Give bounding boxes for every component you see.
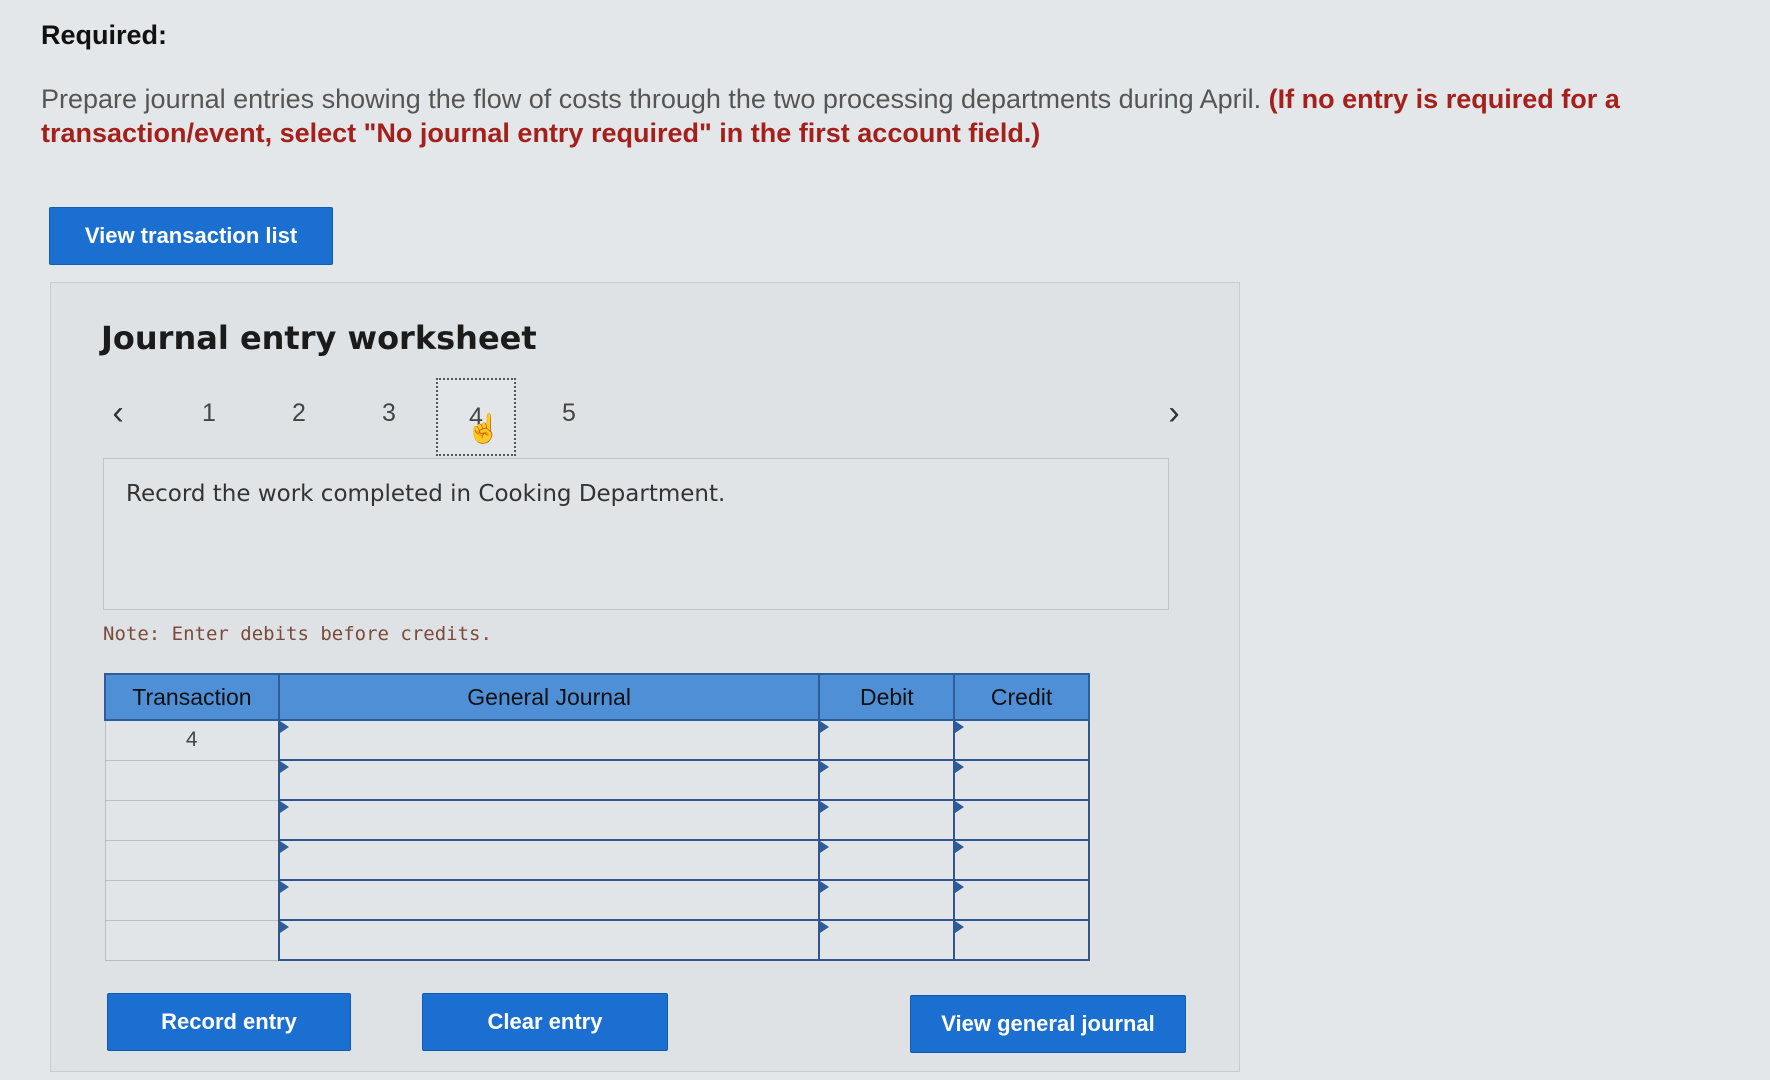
page-3[interactable]: 3 <box>349 383 429 443</box>
dropdown-marker-icon <box>820 841 830 853</box>
debit-input[interactable] <box>818 719 956 761</box>
credit-input[interactable] <box>953 759 1090 801</box>
transaction-description: Record the work completed in Cooking Dep… <box>103 458 1169 610</box>
dropdown-marker-icon <box>955 841 965 853</box>
dropdown-marker-icon <box>955 921 965 933</box>
transaction-pager: ‹ 1 2 3 4 ☝ 5 › <box>51 378 1241 456</box>
dropdown-marker-icon <box>955 761 965 773</box>
table-row <box>104 759 1090 801</box>
page-2[interactable]: 2 <box>259 383 339 443</box>
account-select[interactable] <box>277 719 821 761</box>
debit-input[interactable] <box>818 839 956 881</box>
dropdown-marker-icon <box>820 761 830 773</box>
account-select[interactable] <box>277 759 821 801</box>
journal-entry-worksheet: Journal entry worksheet ‹ 1 2 3 4 ☝ 5 › … <box>50 282 1240 1072</box>
debit-input[interactable] <box>818 879 956 921</box>
debit-input[interactable] <box>818 759 956 801</box>
journal-table: Transaction General Journal Debit Credit… <box>104 673 1090 961</box>
dropdown-marker-icon <box>279 721 289 733</box>
header-transaction: Transaction <box>104 673 280 721</box>
transaction-cell <box>104 839 280 881</box>
dropdown-marker-icon <box>279 761 289 773</box>
page: Required: Prepare journal entries showin… <box>0 0 1770 1080</box>
account-select[interactable] <box>277 879 821 921</box>
table-row <box>104 919 1090 961</box>
clear-entry-button[interactable]: Clear entry <box>422 993 668 1051</box>
instructions: Prepare journal entries showing the flow… <box>41 82 1721 150</box>
dropdown-marker-icon <box>820 721 830 733</box>
required-label: Required: <box>41 20 168 50</box>
dropdown-marker-icon <box>955 801 965 813</box>
journal-header-row: Transaction General Journal Debit Credit <box>104 673 1090 721</box>
dropdown-marker-icon <box>279 921 289 933</box>
credit-input[interactable] <box>953 839 1090 881</box>
worksheet-title: Journal entry worksheet <box>101 319 537 357</box>
dropdown-marker-icon <box>820 881 830 893</box>
header-credit: Credit <box>953 673 1090 721</box>
table-row: 4 <box>104 719 1090 761</box>
transaction-cell <box>104 919 280 961</box>
instruction-text: Prepare journal entries showing the flow… <box>41 84 1269 114</box>
chevron-right-icon[interactable]: › <box>1159 393 1189 433</box>
dropdown-marker-icon <box>820 801 830 813</box>
account-select[interactable] <box>277 919 821 961</box>
table-row <box>104 799 1090 841</box>
table-row <box>104 879 1090 921</box>
dropdown-marker-icon <box>955 881 965 893</box>
dropdown-marker-icon <box>955 721 965 733</box>
debits-note: Note: Enter debits before credits. <box>103 623 492 645</box>
account-select[interactable] <box>277 839 821 881</box>
credit-input[interactable] <box>953 919 1090 961</box>
dropdown-marker-icon <box>279 841 289 853</box>
debit-input[interactable] <box>818 799 956 841</box>
dropdown-marker-icon <box>279 801 289 813</box>
header-debit: Debit <box>818 673 956 721</box>
dropdown-marker-icon <box>279 881 289 893</box>
dropdown-marker-icon <box>820 921 830 933</box>
transaction-cell <box>104 799 280 841</box>
header-general-journal: General Journal <box>277 673 821 721</box>
view-transaction-list-button[interactable]: View transaction list <box>49 207 333 265</box>
transaction-cell <box>104 759 280 801</box>
view-general-journal-button[interactable]: View general journal <box>910 995 1186 1053</box>
table-row <box>104 839 1090 881</box>
debit-input[interactable] <box>818 919 956 961</box>
credit-input[interactable] <box>953 879 1090 921</box>
account-select[interactable] <box>277 799 821 841</box>
hand-pointer-icon: ☝ <box>466 413 501 444</box>
transaction-cell: 4 <box>104 719 280 761</box>
page-4-active[interactable]: 4 ☝ <box>436 378 516 456</box>
page-5[interactable]: 5 <box>529 383 609 443</box>
page-1[interactable]: 1 <box>169 383 249 443</box>
chevron-left-icon[interactable]: ‹ <box>103 393 133 433</box>
credit-input[interactable] <box>953 719 1090 761</box>
record-entry-button[interactable]: Record entry <box>107 993 351 1051</box>
transaction-cell <box>104 879 280 921</box>
credit-input[interactable] <box>953 799 1090 841</box>
